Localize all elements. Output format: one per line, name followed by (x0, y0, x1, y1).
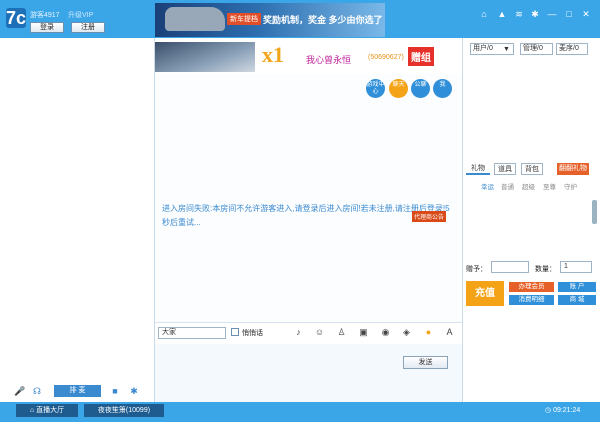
clock: ◷ 09:21:24 (545, 406, 580, 414)
minimize-icon[interactable]: — (546, 8, 558, 20)
recipient-input[interactable] (491, 261, 529, 273)
login-button[interactable]: 登录 (30, 22, 64, 33)
mall-button[interactable]: 商 城 (558, 295, 596, 305)
car-image (165, 7, 225, 31)
banner-tag: 新车提档 (227, 13, 261, 25)
upgrade-vip-link[interactable]: 升级VIP (68, 10, 93, 20)
users-dropdown-icon[interactable]: ▼ (503, 46, 510, 53)
screenshot-icon[interactable]: ▣ (358, 327, 369, 338)
video-panel (0, 38, 155, 402)
lobby-label: 直播大厅 (36, 407, 65, 414)
admins-tab[interactable]: 管理/0 (520, 43, 553, 55)
agent-bulletin-badge[interactable]: 代理商公告 (412, 211, 447, 222)
props-tab[interactable]: 道具 (494, 163, 516, 175)
send-button[interactable]: 发送 (403, 356, 448, 369)
clock-time: 09:21:24 (553, 407, 581, 414)
app-logo: 7c (6, 8, 27, 28)
queue-mic-button[interactable]: 排 麦 (54, 385, 101, 397)
gift-multiplier: x1 (262, 42, 284, 67)
gift-badge: 赠组 (408, 47, 434, 66)
room-tab[interactable]: 夜夜笙箫(10099) (84, 404, 164, 417)
gift-image (155, 42, 255, 72)
headset-icon[interactable]: ☊ (32, 386, 42, 396)
gift-sender: 我心曾永恒 (306, 55, 352, 65)
gift-subtab-super[interactable]: 超级 (522, 181, 535, 191)
gift-subtab-lucky[interactable]: 幸运 (481, 181, 494, 191)
side-panel (462, 38, 600, 402)
lobby-tab[interactable]: ⌂ 直播大厅 (16, 404, 78, 417)
guest-name: 游客4917 (30, 12, 60, 19)
gift-tab[interactable]: 礼物 (466, 163, 490, 175)
game-center-button[interactable]: 游戏中心 (366, 79, 385, 98)
public-chat-button[interactable]: 公聊 (411, 79, 430, 98)
microphone-icon[interactable]: 🎤 (14, 386, 25, 396)
recipient-label: 赠予： (466, 266, 487, 273)
wifi-icon[interactable]: ≋ (513, 8, 525, 20)
me-button[interactable]: 我 (433, 79, 452, 98)
home-icon[interactable]: ⌂ (478, 8, 490, 20)
chat-button[interactable]: 聊天 (389, 79, 408, 98)
close-icon[interactable]: ✕ (580, 8, 592, 20)
fruit-icon[interactable]: ● (423, 327, 434, 338)
chat-target-select[interactable]: 大家 (158, 327, 226, 339)
account-button[interactable]: 账 户 (558, 282, 596, 292)
quantity-label: 数量： (535, 266, 556, 273)
gift-box-icon[interactable]: ◈ (401, 327, 412, 338)
recharge-button[interactable]: 充值 (466, 281, 504, 306)
free-gift-button[interactable]: 翻翻礼物 (557, 163, 589, 175)
consumption-button[interactable]: 消费明细 (509, 295, 554, 305)
banner-text: 奖励机制，奖金 多少由你选了 (263, 15, 383, 25)
camera-icon[interactable]: ■ (110, 386, 120, 396)
gift-subtab-guard[interactable]: 守护 (564, 181, 577, 191)
settings-icon[interactable]: ✱ (529, 8, 541, 20)
clock-icon: ◷ (545, 407, 554, 414)
promo-banner[interactable]: 新车提档 奖励机制，奖金 多少由你选了 (155, 3, 385, 37)
whisper-label: 悄悄话 (242, 330, 263, 337)
message-input[interactable] (155, 344, 462, 402)
maximize-icon[interactable]: □ (563, 8, 575, 20)
gift-subtab-normal[interactable]: 普通 (501, 181, 514, 191)
user-icon[interactable]: ♙ (336, 327, 347, 338)
font-icon[interactable]: A (444, 327, 455, 338)
shirt-icon[interactable]: ▲ (496, 8, 508, 20)
mic-queue-tab[interactable]: 麦序/0 (556, 43, 588, 55)
gift-subtab-supreme[interactable]: 至尊 (543, 181, 556, 191)
backpack-tab[interactable]: 背包 (521, 163, 543, 175)
emoji-icon[interactable]: ☺ (314, 327, 325, 338)
membership-button[interactable]: 办理会员 (509, 282, 554, 292)
record-icon[interactable]: ◉ (380, 327, 391, 338)
volume-icon[interactable]: ♪ (293, 327, 304, 338)
gift-sender-id: (50690627) (368, 54, 404, 61)
quantity-select[interactable]: 1 (560, 261, 592, 273)
gear-icon[interactable]: ✱ (129, 386, 139, 396)
register-button[interactable]: 注册 (71, 22, 105, 33)
whisper-checkbox[interactable] (231, 328, 239, 336)
gift-scrollbar[interactable] (592, 200, 597, 224)
